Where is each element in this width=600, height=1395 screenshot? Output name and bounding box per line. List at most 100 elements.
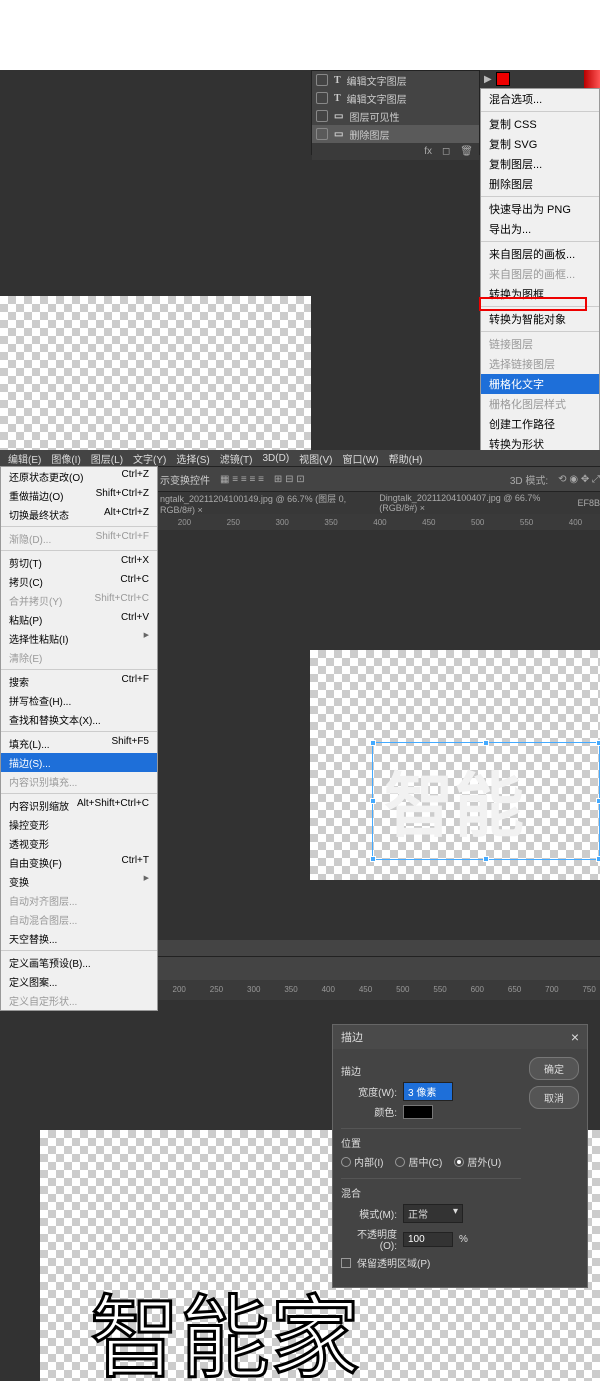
play-icon[interactable]: ▶ (484, 74, 492, 85)
menubar-item[interactable]: 文字(Y) (129, 451, 170, 466)
edit-menu-item[interactable]: 切换最终状态Alt+Ctrl+Z (1, 505, 157, 524)
document-tab[interactable]: Dingtalk_20211204100407.jpg @ 66.7%(RGB/… (379, 493, 557, 513)
edit-menu-item[interactable]: 定义图案... (1, 972, 157, 991)
edit-menu-item: 清除(E) (1, 648, 157, 667)
edit-menu-item[interactable]: 填充(L)...Shift+F5 (1, 734, 157, 753)
fx-icon[interactable]: fx (424, 146, 432, 157)
width-input[interactable]: 3 像素 (403, 1082, 453, 1101)
radio-outside[interactable]: 居外(U) (454, 1154, 501, 1169)
dialog-title: 描边 (341, 1029, 363, 1045)
context-menu-item[interactable]: 删除图层 (481, 174, 599, 194)
menubar-item[interactable]: 视图(V) (295, 451, 336, 466)
ruler-tick: 350 (284, 985, 297, 994)
context-menu-item[interactable]: 复制 SVG (481, 134, 599, 154)
trash-icon[interactable]: 🗑 (460, 146, 473, 157)
color-swatch[interactable] (403, 1105, 433, 1119)
context-menu-item[interactable]: 转换为智能对象 (481, 309, 599, 329)
edit-menu-item: 渐隐(D)...Shift+Ctrl+F (1, 529, 157, 548)
distrib-icons[interactable]: ⊞ ⊟ ⊡ (274, 474, 305, 485)
visibility-icon[interactable] (316, 74, 328, 86)
edit-menu-item: 自动对齐图层... (1, 891, 157, 910)
layer-type-icon: ▭ (334, 111, 343, 122)
ruler-tick: 250 (227, 518, 240, 527)
context-menu-item[interactable]: 混合选项... (481, 89, 599, 109)
context-menu-item[interactable]: 栅格化文字 (481, 374, 599, 394)
layer-row[interactable]: T编辑文字图层 (312, 71, 479, 89)
edit-menu-item[interactable]: 自由变换(F)Ctrl+T (1, 853, 157, 872)
edit-menu-item[interactable]: 拷贝(C)Ctrl+C (1, 572, 157, 591)
edit-menu-item: 内容识别填充... (1, 772, 157, 791)
visibility-icon[interactable] (316, 110, 328, 122)
menubar-item[interactable]: 选择(S) (172, 451, 213, 466)
stroke-dialog[interactable]: 描边 × 描边 宽度(W): 3 像素 颜色: 位置 (332, 1024, 588, 1288)
edit-menu-item[interactable]: 拼写检查(H)... (1, 691, 157, 710)
visibility-icon[interactable] (316, 92, 328, 104)
edit-menu-item[interactable]: 透视变形 (1, 834, 157, 853)
layer-row[interactable]: ▭删除图层 (312, 125, 479, 143)
edit-menu-dropdown[interactable]: 还原状态更改(O)Ctrl+Z重做描边(O)Shift+Ctrl+Z切换最终状态… (0, 466, 158, 1011)
visibility-icon[interactable] (316, 128, 328, 140)
checkbox-preserve-transparency[interactable] (341, 1258, 351, 1268)
3d-mode-icons[interactable]: ⟲ ◉ ✥ ⤢ (558, 474, 600, 485)
mask-icon[interactable]: ◻ (442, 146, 450, 157)
edit-menu-item: 自动混合图层... (1, 910, 157, 929)
ok-button[interactable]: 确定 (529, 1057, 579, 1080)
color-swatch-red[interactable] (496, 72, 510, 86)
position-radio-group[interactable]: 内部(I) 居中(C) 居外(U) (341, 1154, 521, 1169)
edit-menu-item[interactable]: 描边(S)... (1, 753, 157, 772)
menubar-item[interactable]: 编辑(E) (4, 451, 45, 466)
ruler-tick: 350 (324, 518, 337, 527)
ruler-tick: 500 (471, 518, 484, 527)
menubar-item[interactable]: 3D(D) (259, 453, 294, 464)
color-picker-strip[interactable] (584, 70, 600, 88)
context-menu-item[interactable]: 转换为图框 (481, 284, 599, 304)
align-icons[interactable]: ▦ ≡ ≡ ≡ ≡ (220, 474, 264, 485)
context-menu-item[interactable]: 导出为... (481, 219, 599, 239)
layer-label: 编辑文字图层 (347, 91, 407, 106)
menubar-item[interactable]: 图层(L) (87, 451, 127, 466)
dialog-titlebar[interactable]: 描边 × (333, 1025, 587, 1049)
edit-menu-item[interactable]: 粘贴(P)Ctrl+V (1, 610, 157, 629)
menubar-item[interactable]: 帮助(H) (385, 451, 427, 466)
app-menubar[interactable]: 编辑(E)图像(I)图层(L)文字(Y)选择(S)滤镜(T)3D(D)视图(V)… (0, 450, 600, 466)
context-menu-item[interactable]: 创建工作路径 (481, 414, 599, 434)
edit-menu-item[interactable]: 搜索Ctrl+F (1, 672, 157, 691)
menubar-item[interactable]: 滤镜(T) (216, 451, 257, 466)
layer-row[interactable]: T 编辑文字图层 (312, 89, 479, 107)
edit-menu-item[interactable]: 定义画笔预设(B)... (1, 953, 157, 972)
section-layer-contextmenu: 智能家 T编辑文字图层T编辑文字图层▭图层可见性▭删除图层 fx ◻ 🗑 ▶ 混… (0, 0, 600, 450)
edit-menu-item[interactable]: 重做描边(O)Shift+Ctrl+Z (1, 486, 157, 505)
ruler-tick: 650 (508, 985, 521, 994)
radio-center[interactable]: 居中(C) (395, 1154, 442, 1169)
layer-row[interactable]: ▭图层可见性 (312, 107, 479, 125)
edit-menu-item[interactable]: 天空替换... (1, 929, 157, 948)
canvas-sample-text-2: 智能 (384, 750, 600, 851)
edit-menu-item[interactable]: 操控变形 (1, 815, 157, 834)
layers-panel[interactable]: T编辑文字图层T编辑文字图层▭图层可见性▭删除图层 fx ◻ 🗑 (311, 70, 480, 155)
layer-type-icon: T (334, 93, 341, 104)
menubar-item[interactable]: 图像(I) (47, 451, 84, 466)
context-menu-item[interactable]: 复制 CSS (481, 114, 599, 134)
ruler-tick: 700 (545, 985, 558, 994)
ruler-tick: 250 (210, 985, 223, 994)
context-menu-item[interactable]: 快速导出为 PNG (481, 199, 599, 219)
edit-menu-item[interactable]: 剪切(T)Ctrl+X (1, 553, 157, 572)
context-menu-item: 链接图层 (481, 334, 599, 354)
cancel-button[interactable]: 取消 (529, 1086, 579, 1109)
top-panel-strip: ▶ (480, 70, 600, 88)
context-menu-item[interactable]: 复制图层... (481, 154, 599, 174)
edit-menu-item[interactable]: 内容识别缩放Alt+Shift+Ctrl+C (1, 796, 157, 815)
close-icon[interactable]: × (571, 1029, 579, 1045)
radio-inside[interactable]: 内部(I) (341, 1154, 383, 1169)
edit-menu-item[interactable]: 查找和替换文本(X)... (1, 710, 157, 729)
document-tab[interactable]: EF8B (577, 498, 600, 508)
edit-menu-item[interactable]: 变换 (1, 872, 157, 891)
document-tab[interactable]: ngtalk_20211204100149.jpg @ 66.7% (图层 0,… (160, 492, 359, 515)
context-menu-item[interactable]: 来自图层的画板... (481, 244, 599, 264)
menubar-item[interactable]: 窗口(W) (339, 451, 383, 466)
mode-select[interactable]: 正常▾ (403, 1204, 463, 1223)
edit-menu-item[interactable]: 还原状态更改(O)Ctrl+Z (1, 467, 157, 486)
edit-menu-item[interactable]: 选择性粘贴(I) (1, 629, 157, 648)
toolbar-3d-label: 3D 模式: (510, 472, 548, 487)
opacity-input[interactable]: 100 (403, 1232, 453, 1247)
